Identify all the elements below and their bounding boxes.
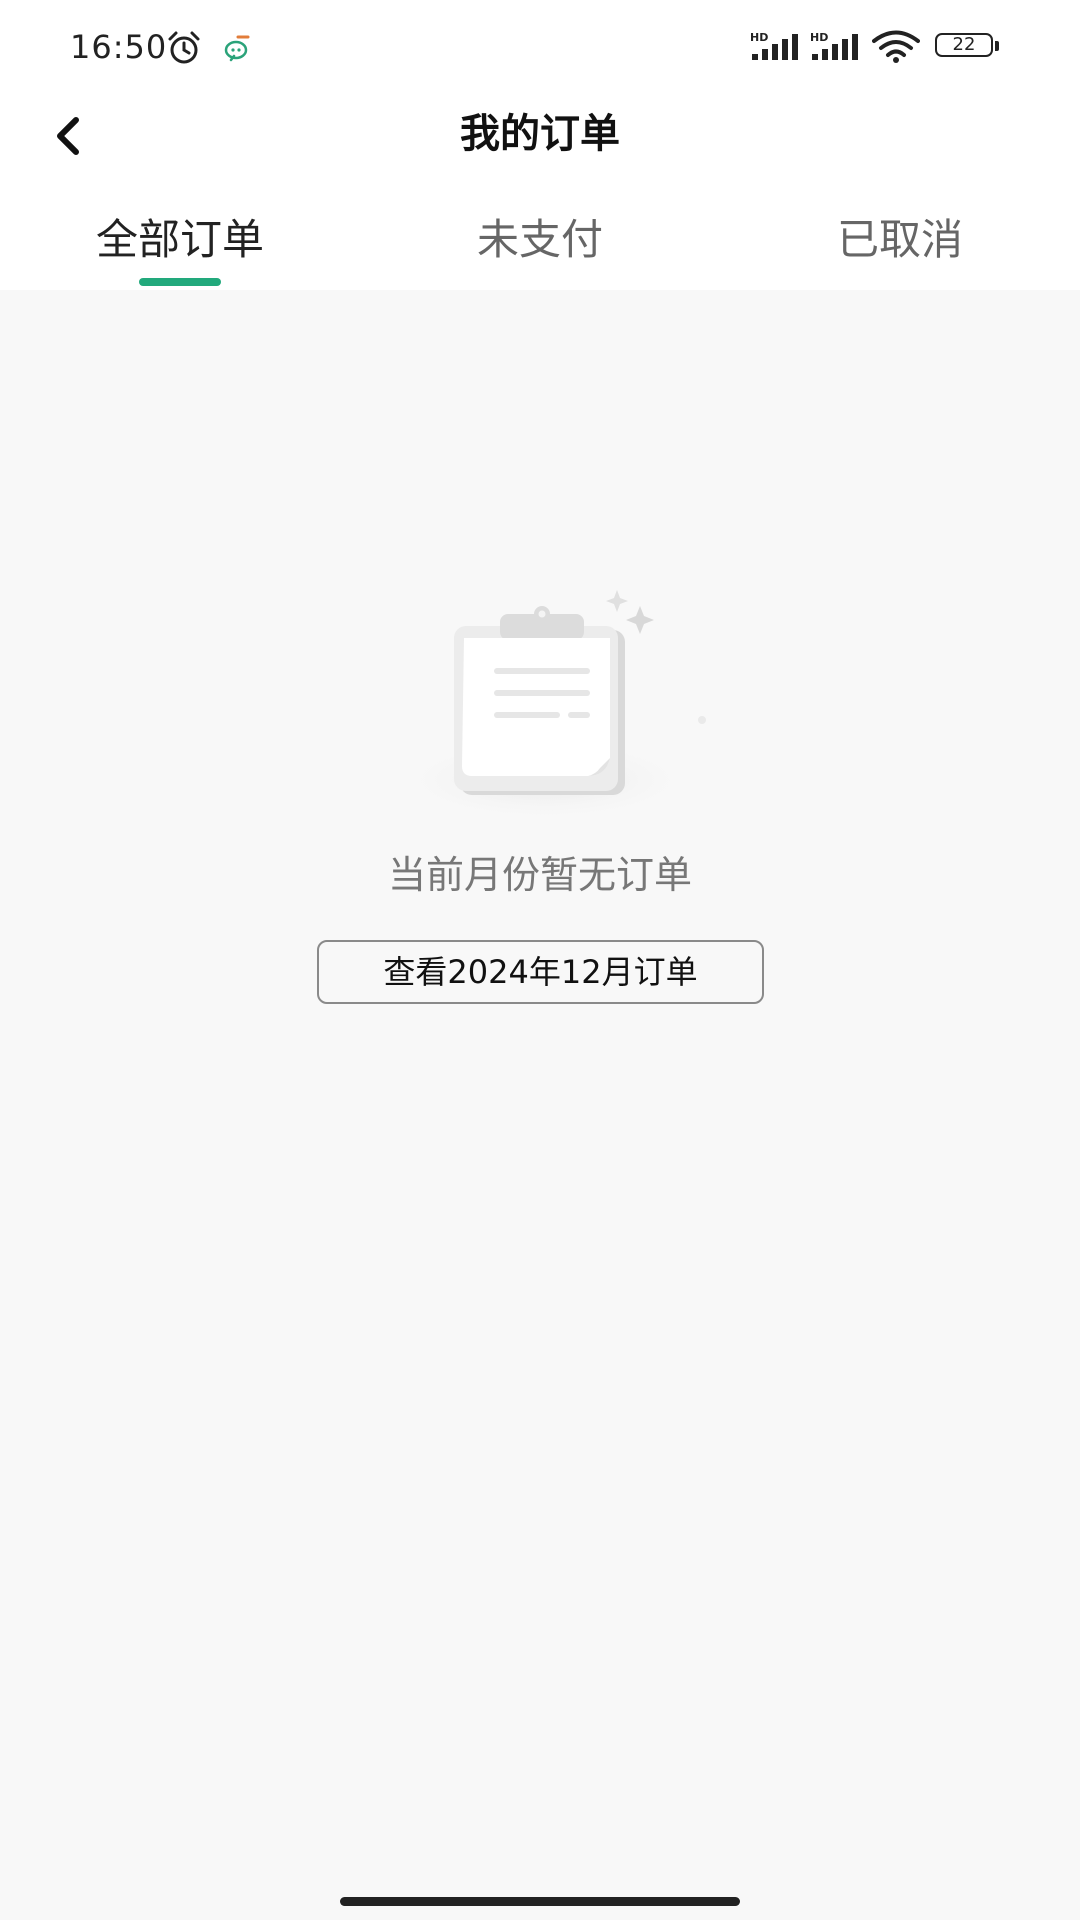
- clipboard-icon: [395, 590, 706, 822]
- order-tabs: 全部订单 未支付 已取消: [0, 205, 1080, 290]
- page-title: 我的订单: [460, 111, 620, 157]
- active-tab-indicator: [139, 278, 221, 286]
- home-indicator[interactable]: [340, 1897, 740, 1906]
- alarm-icon: [168, 31, 200, 64]
- view-past-orders-button[interactable]: 查看2024年12月订单: [317, 940, 764, 1004]
- status-bar: 16:50 HD HD 22: [0, 0, 1080, 95]
- signal-hd-icon: HD: [750, 31, 798, 60]
- wifi-icon: [872, 30, 920, 63]
- tab-cancelled[interactable]: 已取消: [780, 205, 1020, 275]
- signal-hd-icon: HD: [810, 31, 858, 60]
- battery-level: 22: [952, 34, 976, 55]
- battery-icon: 22: [935, 33, 1001, 61]
- app-notification-icon: [224, 35, 250, 62]
- status-time: 16:50: [70, 28, 168, 66]
- svg-text:HD: HD: [750, 31, 768, 44]
- empty-state-message: 当前月份暂无订单: [387, 853, 692, 897]
- tab-all-orders[interactable]: 全部订单: [60, 205, 300, 275]
- svg-text:HD: HD: [810, 31, 828, 44]
- tab-unpaid[interactable]: 未支付: [420, 205, 660, 275]
